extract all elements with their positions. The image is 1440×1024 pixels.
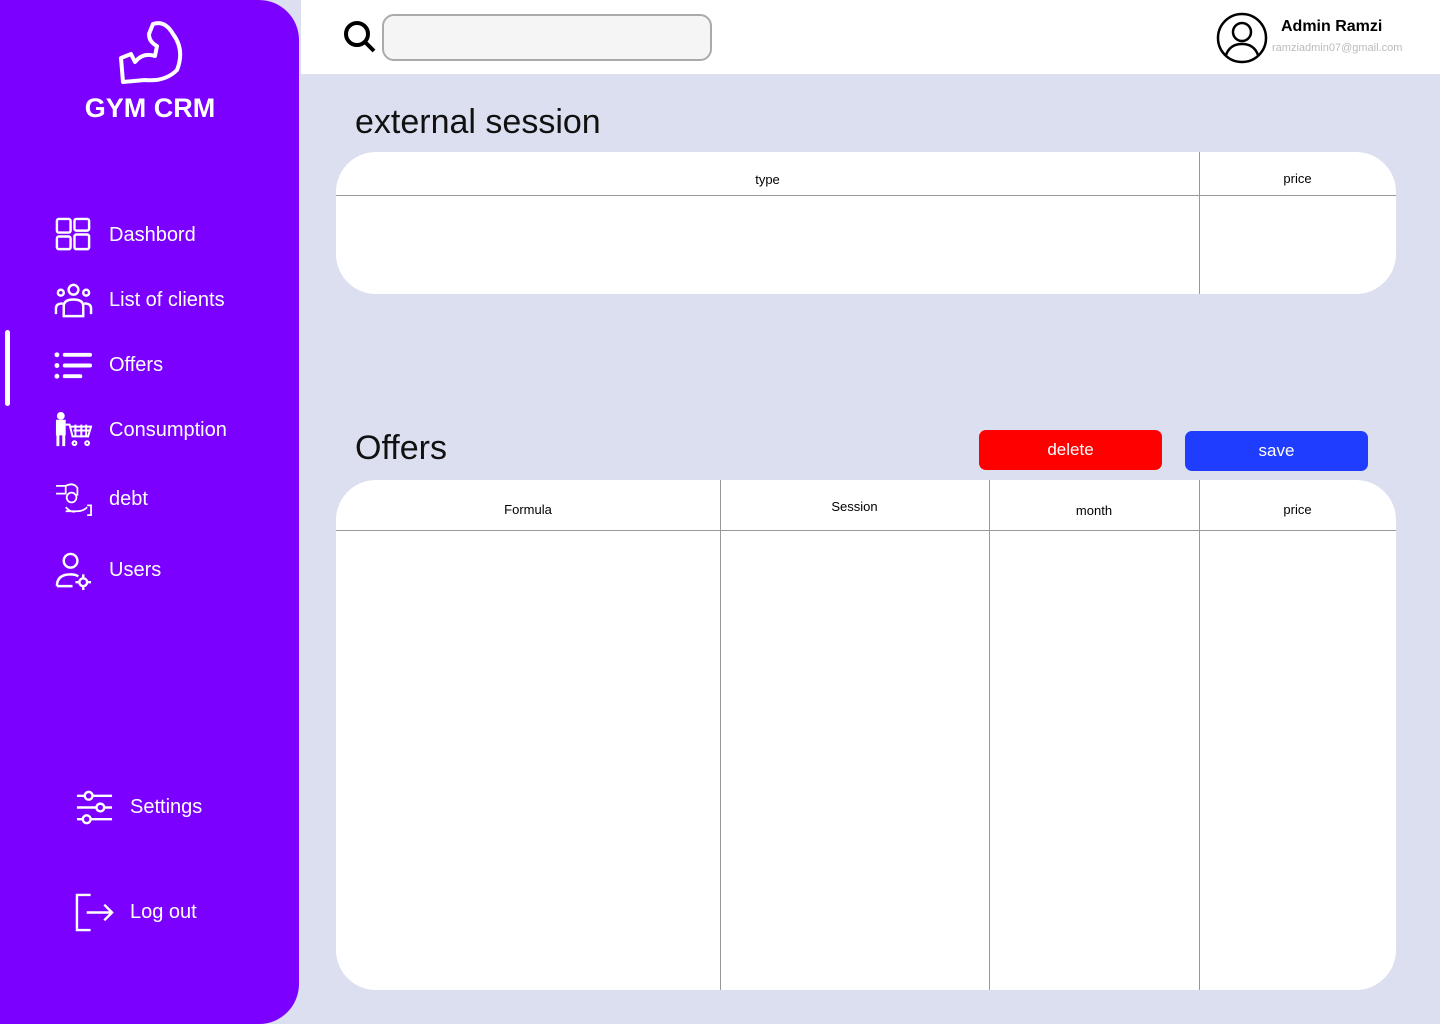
logo: GYM CRM [80, 20, 220, 124]
column-divider [720, 480, 721, 990]
flexed-arm-icon [119, 21, 183, 84]
settings-button[interactable]: Settings [75, 788, 202, 827]
column-header-price: price [1283, 502, 1312, 517]
user-email: ramziadmin07@gmail.com [1272, 42, 1403, 54]
delete-button[interactable]: delete [979, 430, 1162, 470]
active-indicator [5, 330, 10, 406]
sidebar-item-clients[interactable]: List of clients [54, 281, 225, 320]
header-divider [336, 195, 1396, 196]
header-divider [336, 530, 1396, 531]
search-input[interactable] [382, 14, 712, 61]
offers-title: Offers [355, 429, 447, 467]
user-avatar-icon[interactable] [1216, 12, 1268, 64]
column-header-type: type [755, 172, 780, 187]
column-header-price: price [1283, 171, 1312, 186]
dashboard-icon [55, 217, 91, 251]
save-button[interactable]: save [1185, 431, 1368, 471]
shopping-cart-icon [55, 411, 93, 447]
logout-icon [75, 893, 114, 932]
external-session-title: external session [355, 103, 601, 141]
offers-table: Formula Session month price [336, 480, 1396, 990]
column-header-formula: Formula [504, 502, 552, 517]
column-header-month: month [1075, 503, 1113, 518]
user-settings-icon [55, 552, 92, 590]
search-icon[interactable] [343, 20, 377, 54]
sidebar-item-consumption[interactable]: Consumption [54, 411, 227, 450]
column-header-session: Session [831, 499, 878, 514]
sidebar-item-dashboard[interactable]: Dashbord [54, 216, 196, 255]
user-name: Admin Ramzi [1281, 18, 1383, 35]
sidebar-item-debt[interactable]: debt [54, 480, 148, 519]
external-session-table: type price [336, 152, 1396, 294]
sidebar-item-users[interactable]: Users [54, 551, 161, 590]
column-divider [989, 480, 990, 990]
sliders-icon [76, 790, 113, 825]
sidebar: GYM CRM Dashbord List of clients Offers … [0, 0, 299, 1024]
logout-button[interactable]: Log out [75, 893, 197, 932]
money-hand-icon [55, 483, 92, 516]
column-divider [1199, 480, 1200, 990]
group-icon [54, 283, 93, 318]
sidebar-item-offers[interactable]: Offers [54, 346, 163, 385]
list-icon [54, 352, 93, 379]
